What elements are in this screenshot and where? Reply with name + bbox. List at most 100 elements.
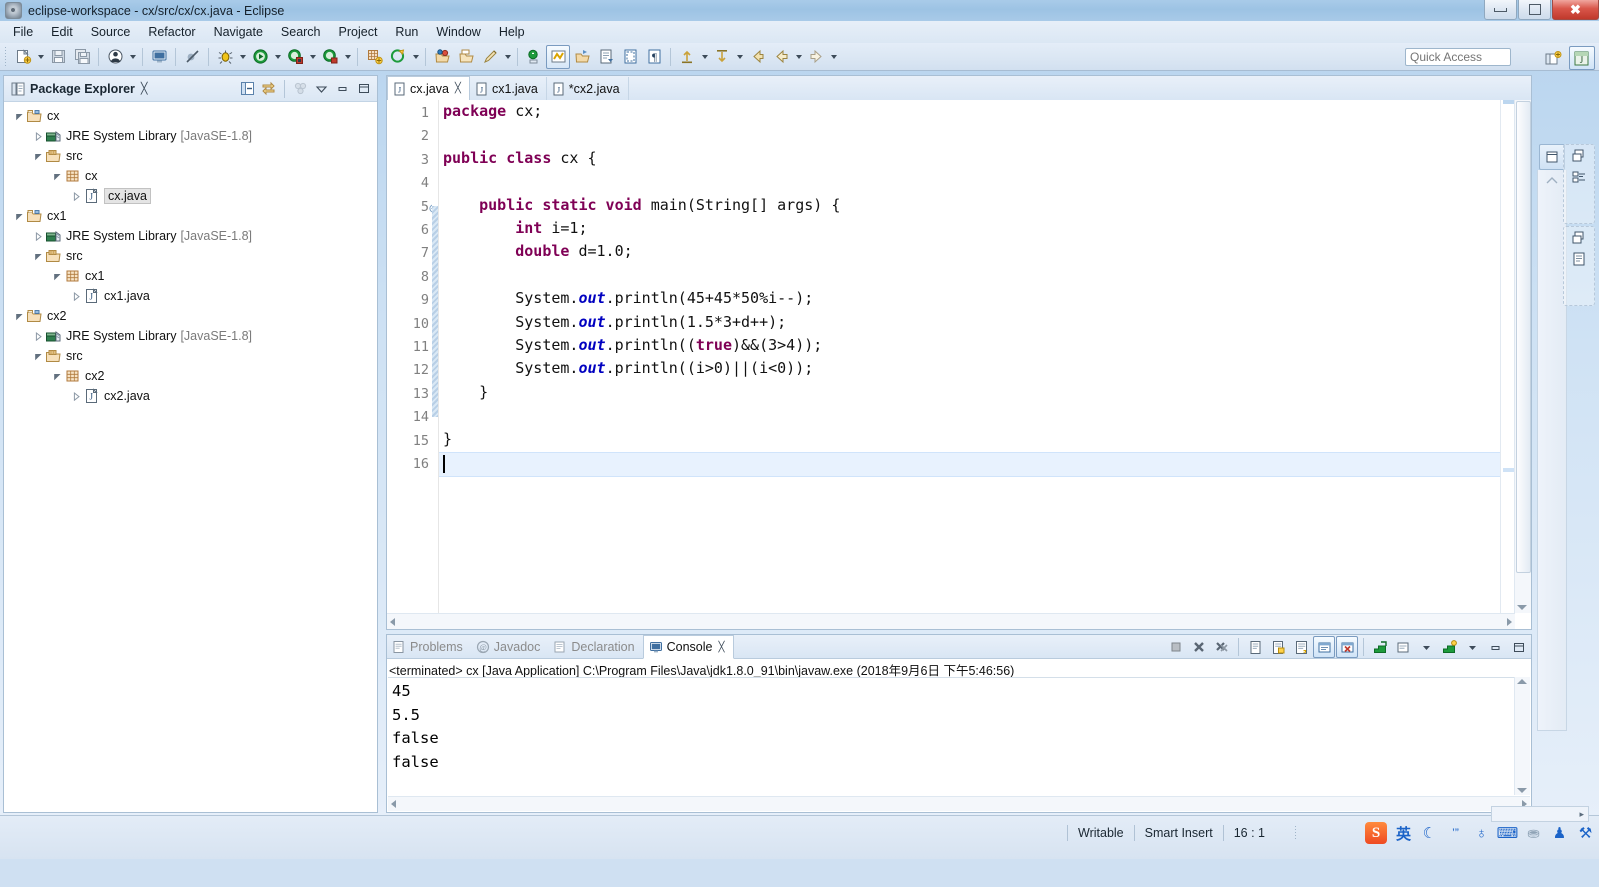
microphone-icon[interactable]: ♁ <box>1472 824 1491 843</box>
toggle-breadcrumb-button[interactable] <box>103 45 127 69</box>
console-horizontal-scrollbar[interactable] <box>388 796 1530 811</box>
link-with-editor-button[interactable] <box>259 79 278 98</box>
tree-item-cx2[interactable]: cx2 <box>4 366 377 386</box>
new-java-project-button[interactable] <box>362 45 386 69</box>
new-wizard-dropdown[interactable] <box>35 46 46 68</box>
package-explorer-close-icon[interactable]: ╳ <box>141 82 148 95</box>
console-button[interactable] <box>147 45 171 69</box>
menu-help[interactable]: Help <box>490 23 534 41</box>
moon-icon[interactable]: ☾ <box>1420 824 1439 843</box>
tree-item-src[interactable]: src <box>4 346 377 366</box>
new-console-view-button[interactable] <box>1392 636 1414 658</box>
tree-item-cx-java[interactable]: Jcx.java <box>4 186 377 206</box>
tree-item-jre-system-library[interactable]: JRE System Library [JavaSE-1.8] <box>4 326 377 346</box>
console-minimize-button[interactable] <box>1484 636 1506 658</box>
collapse-arrow-icon[interactable] <box>69 286 83 306</box>
collapse-all-button[interactable] <box>238 79 257 98</box>
save-button[interactable] <box>46 45 70 69</box>
mark-occurrences-button[interactable] <box>546 44 570 69</box>
show-whitespace-button[interactable]: ¶ <box>642 45 666 69</box>
scroll-right-arrow[interactable] <box>1507 617 1512 626</box>
next-edit-dropdown[interactable] <box>734 46 745 68</box>
menu-navigate[interactable]: Navigate <box>205 23 272 41</box>
language-mode-icon[interactable]: 英 <box>1394 824 1413 843</box>
console-panel-tab-problems[interactable]: Problems <box>387 636 471 658</box>
search-dropdown[interactable] <box>502 46 513 68</box>
editor-vertical-scrollbar[interactable] <box>1514 100 1531 613</box>
tree-item-src[interactable]: src <box>4 146 377 166</box>
terminate-button[interactable] <box>1165 636 1187 658</box>
expand-arrow-icon[interactable] <box>12 106 26 126</box>
console-view-menu-button[interactable] <box>1415 636 1437 658</box>
task-list-icon[interactable] <box>1571 169 1587 185</box>
menu-window[interactable]: Window <box>427 23 489 41</box>
menu-source[interactable]: Source <box>82 23 140 41</box>
menu-file[interactable]: File <box>4 23 42 41</box>
new-package-dropdown[interactable] <box>410 46 421 68</box>
problems-view-icon[interactable] <box>1571 230 1587 246</box>
tree-item-cx1-java[interactable]: Jcx1.java <box>4 286 377 306</box>
scroll-left-arrow[interactable] <box>391 800 396 808</box>
tree-item-jre-system-library[interactable]: JRE System Library [JavaSE-1.8] <box>4 226 377 246</box>
code-area[interactable]: package cx; public class cx { public sta… <box>439 100 1531 629</box>
new-wizard-button[interactable] <box>11 45 35 69</box>
display-selected-console-button[interactable] <box>1336 636 1358 658</box>
quick-access-input[interactable] <box>1405 48 1511 66</box>
tree-item-jre-system-library[interactable]: JRE System Library [JavaSE-1.8] <box>4 126 377 146</box>
tree-item-cx[interactable]: cx <box>4 166 377 186</box>
restore-selection-button[interactable] <box>570 45 594 69</box>
back-button[interactable] <box>745 45 769 69</box>
collapse-chevron-icon[interactable] <box>1546 176 1558 186</box>
new-package-button[interactable] <box>386 45 410 69</box>
toolbox-icon[interactable]: ⚒ <box>1576 824 1595 843</box>
expand-arrow-icon[interactable] <box>31 346 45 366</box>
external-tools-dropdown[interactable] <box>342 46 353 68</box>
editor-tab-cx-java[interactable]: Jcx.java ╳ <box>387 76 470 101</box>
skip-breakpoints-button[interactable] <box>180 45 204 69</box>
scroll-left-arrow[interactable] <box>390 617 395 626</box>
user-icon[interactable]: ⛂ <box>1524 824 1543 843</box>
scroll-up-arrow[interactable] <box>1517 679 1527 684</box>
editor-tab-bar[interactable]: Jcx.java ╳ Jcx1.java J *cx2.java <box>387 76 1531 101</box>
java-perspective-button[interactable]: J <box>1569 46 1595 70</box>
coverage-dropdown[interactable] <box>307 46 318 68</box>
collapse-arrow-icon[interactable] <box>31 326 45 346</box>
scroll-down-arrow[interactable] <box>1517 788 1527 793</box>
editor-tab-close-icon[interactable]: ╳ <box>455 83 461 94</box>
maximize-button[interactable] <box>1518 0 1551 20</box>
overview-ruler[interactable] <box>1500 100 1515 613</box>
expand-arrow-icon[interactable] <box>50 266 64 286</box>
maximize-view-button[interactable] <box>354 79 373 98</box>
console-output-area[interactable]: 45 5.5 false false <box>388 677 1514 795</box>
properties-icon[interactable] <box>1571 251 1587 267</box>
package-explorer-tree[interactable]: cx JRE System Library [JavaSE-1.8] src cx Jcx… <box>4 102 377 406</box>
forward-dropdown[interactable] <box>828 46 839 68</box>
expand-arrow-icon[interactable] <box>12 206 26 226</box>
expand-arrow-icon[interactable] <box>50 366 64 386</box>
minimize-view-button[interactable] <box>333 79 352 98</box>
restore-view-button[interactable] <box>1539 144 1565 170</box>
debug-dropdown[interactable] <box>237 46 248 68</box>
back-dropdown[interactable] <box>793 46 804 68</box>
outline-icon[interactable] <box>1571 148 1587 164</box>
collapse-arrow-icon[interactable] <box>69 386 83 406</box>
clear-console-button[interactable] <box>1244 636 1266 658</box>
run-dropdown[interactable] <box>272 46 283 68</box>
expand-arrow-icon[interactable] <box>31 146 45 166</box>
tree-item-src[interactable]: src <box>4 246 377 266</box>
remove-all-terminated-button[interactable] <box>1211 636 1233 658</box>
menu-edit[interactable]: Edit <box>42 23 82 41</box>
scrollbar-thumb[interactable] <box>1516 101 1531 573</box>
breadcrumb-dropdown[interactable] <box>127 46 138 68</box>
tree-item-cx1[interactable]: cx1 <box>4 206 377 226</box>
collapse-arrow-icon[interactable] <box>31 126 45 146</box>
open-perspective-button[interactable] <box>1540 46 1566 70</box>
expand-arrow-icon[interactable] <box>50 166 64 186</box>
back-history-button[interactable] <box>769 45 793 69</box>
console-panel-tab-declaration[interactable]: Declaration <box>548 636 642 658</box>
save-all-button[interactable] <box>70 45 94 69</box>
menu-project[interactable]: Project <box>330 23 387 41</box>
sogou-input-icon[interactable]: S <box>1365 822 1387 844</box>
pin-console-button[interactable] <box>1313 636 1335 658</box>
console-panel-tab-console[interactable]: Console ╳ <box>642 635 734 659</box>
